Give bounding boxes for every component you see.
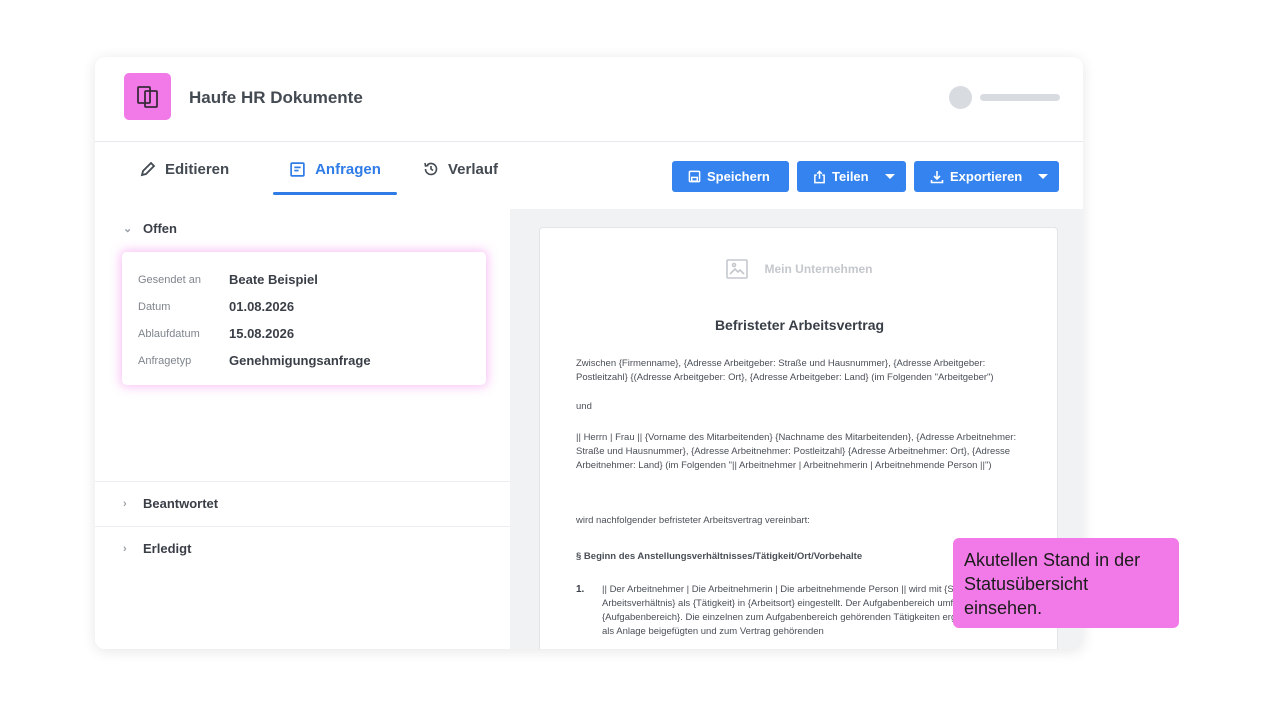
company-placeholder: Mein Unternehmen [540, 259, 1057, 279]
request-value: Beate Beispiel [229, 272, 318, 287]
request-card[interactable]: Gesendet an Beate Beispiel Datum 01.08.2… [122, 252, 486, 385]
request-value: Genehmigungsanfrage [229, 353, 371, 368]
chevron-down-icon[interactable] [885, 174, 895, 179]
chevron-right-icon: › [123, 497, 127, 510]
divider [95, 526, 510, 527]
document-paragraph: und [576, 401, 592, 412]
save-button[interactable]: Speichern [672, 161, 789, 192]
app-window: Haufe HR Dokumente Editieren Anfragen Ve… [95, 57, 1083, 649]
documents-icon [137, 86, 158, 108]
section-answered-label: Beantwortet [143, 496, 219, 511]
section-open-label: Offen [143, 221, 177, 236]
section-open[interactable]: ⌄ Offen [123, 221, 177, 236]
tab-history[interactable]: Verlauf [423, 143, 498, 195]
user-avatar[interactable] [949, 86, 972, 109]
share-button-label: Teilen [832, 169, 869, 184]
tab-edit[interactable]: Editieren [140, 143, 229, 195]
document-title: Befristeter Arbeitsvertrag [714, 317, 885, 333]
chevron-down-icon[interactable] [1038, 174, 1048, 179]
floppy-icon [688, 170, 701, 183]
document-paragraph: Zwischen {Firmenname}, {Adresse Arbeitge… [576, 358, 994, 383]
export-button-label: Exportieren [950, 169, 1023, 184]
download-icon [930, 170, 944, 183]
app-title: Haufe HR Dokumente [189, 88, 363, 107]
app-logo [124, 73, 171, 120]
tab-edit-label: Editieren [165, 160, 230, 178]
divider [95, 481, 510, 482]
history-icon [424, 162, 438, 176]
chevron-right-icon: › [123, 542, 127, 555]
save-button-label: Speichern [707, 169, 770, 184]
request-form-icon [290, 161, 305, 177]
request-row: Anfragetyp Genehmigungsanfrage [138, 353, 371, 368]
section-done[interactable]: › Erledigt [123, 541, 191, 556]
image-icon [726, 259, 749, 279]
request-row: Ablaufdatum 15.08.2026 [138, 326, 294, 341]
request-value: 15.08.2026 [229, 326, 295, 341]
tab-requests-label: Anfragen [315, 160, 381, 178]
request-label: Anfragetyp [138, 354, 192, 367]
export-button[interactable]: Exportieren [914, 161, 1059, 192]
request-label: Ablaufdatum [138, 327, 200, 340]
chevron-down-icon: ⌄ [123, 223, 133, 235]
request-row: Datum 01.08.2026 [138, 299, 294, 314]
request-row: Gesendet an Beate Beispiel [138, 272, 318, 287]
requests-panel: ⌄ Offen Gesendet an Beate Beispiel Datum… [95, 209, 510, 649]
pencil-icon [140, 161, 156, 177]
section-done-label: Erledigt [143, 541, 192, 556]
callout-note: Akutellen Stand in der Statusübersicht e… [953, 538, 1179, 628]
section-answered[interactable]: › Beantwortet [123, 496, 218, 511]
request-label: Gesendet an [138, 273, 201, 286]
request-label: Datum [138, 300, 171, 313]
request-value: 01.08.2026 [229, 299, 295, 314]
share-icon [814, 169, 825, 183]
share-button[interactable]: Teilen [797, 161, 906, 192]
tab-history-label: Verlauf [448, 160, 499, 178]
document-paragraph: wird nachfolgender befristeter Arbeitsve… [576, 515, 810, 526]
item-number: 1. [576, 584, 585, 595]
tab-requests[interactable]: Anfragen [273, 143, 397, 195]
app-header: Haufe HR Dokumente [95, 57, 1083, 142]
document-paragraph: || Herrn | Frau || {Vorname des Mitarbei… [576, 432, 1017, 471]
toolbar: Editieren Anfragen Verlauf Speichern Tei… [95, 143, 1083, 209]
user-name-placeholder[interactable] [980, 94, 1060, 101]
company-name: Mein Unternehmen [764, 262, 873, 276]
